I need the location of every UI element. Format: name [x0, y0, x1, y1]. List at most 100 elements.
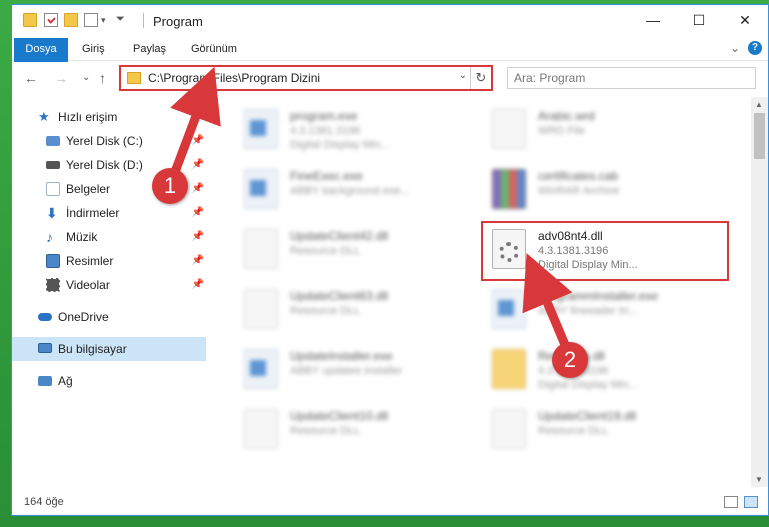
window-title: Program [153, 14, 203, 29]
expand-ribbon-icon[interactable]: ⌄ [730, 41, 740, 55]
file-item[interactable]: UpdateInstaller.exe ABBY updates install… [238, 345, 478, 401]
sidebar-item-label: Ağ [58, 374, 73, 388]
forward-button[interactable]: → [54, 70, 68, 86]
pin-icon: 📌 [191, 279, 204, 290]
address-path[interactable]: C:\Program Files\Program Dizini [148, 71, 320, 85]
properties-icon[interactable] [44, 13, 58, 27]
cloud-icon [38, 313, 52, 321]
videos-icon [46, 278, 60, 292]
file-name: ProgrammInstaller.exe [538, 289, 659, 303]
sidebar-item-this-pc[interactable]: Bu bilgisayar [12, 337, 206, 361]
file-item[interactable]: UpdateClient10.dll Resource DLL [238, 405, 478, 461]
file-item[interactable]: Resource.dll 4.3.1381.3196 Digital Displ… [486, 345, 726, 401]
dll-file-icon [244, 409, 278, 449]
recent-locations-button[interactable]: ⌄ [82, 72, 90, 83]
sidebar-item-downloads[interactable]: ⬇ İndirmeler 📌 [12, 201, 206, 225]
file-detail: Resource DLL [538, 425, 609, 437]
details-view-icon[interactable] [724, 496, 738, 508]
file-detail: ABBY background exe... [290, 185, 410, 197]
pin-icon: 📌 [191, 207, 204, 218]
tab-share[interactable]: Paylaş [123, 38, 176, 60]
new-folder-icon[interactable] [64, 13, 78, 27]
file-item[interactable]: program.exe 4.3.1381.3196 Digital Displa… [238, 105, 478, 161]
search-box[interactable]: Ara: Program [507, 67, 756, 89]
folder-icon [23, 13, 37, 27]
sidebar-item-label: Hızlı erişim [58, 110, 118, 124]
refresh-button[interactable]: ↻ [470, 67, 491, 89]
file-name: UpdateInstaller.exe [290, 349, 393, 363]
file-item[interactable]: UpdateClient42.dll Resource DLL [238, 225, 478, 281]
pictures-icon [46, 254, 60, 268]
exe-file-icon [244, 109, 278, 149]
sidebar-item-network[interactable]: Ağ [12, 369, 206, 393]
large-icons-view-icon[interactable] [744, 496, 758, 508]
file-detail: Resource DLL [290, 425, 361, 437]
dll-file-icon [244, 289, 278, 329]
file-item[interactable]: certificates.cab WinRAR Archive [486, 165, 726, 221]
vertical-scrollbar[interactable]: ▲ ▼ [751, 97, 768, 487]
file-item[interactable]: ProgrammInstaller.exe ABBY fineeader tri… [486, 285, 726, 341]
documents-icon [46, 182, 60, 196]
pin-icon: 📌 [191, 231, 204, 242]
file-detail: WinRAR Archive [538, 185, 620, 197]
sidebar-item-label: İndirmeler [66, 206, 120, 220]
scroll-down-icon[interactable]: ▼ [755, 475, 763, 484]
sidebar-item-videos[interactable]: Videolar 📌 [12, 273, 206, 297]
file-detail: ABBY updates installer [290, 365, 403, 377]
sidebar-item-pictures[interactable]: Resimler 📌 [12, 249, 206, 273]
file-item[interactable]: Arabic.wrd WRD File [486, 105, 726, 161]
quick-access-toolbar-dropdown-icon[interactable]: ⏷ [116, 13, 125, 26]
scrollbar-thumb[interactable] [754, 113, 765, 159]
sidebar-item-label: Yerel Disk (C:) [66, 134, 143, 148]
file-name: UpdateClient19.dll [538, 409, 637, 423]
file-name: Arabic.wrd [538, 109, 595, 123]
close-button[interactable]: ✕ [722, 5, 768, 35]
back-button[interactable]: ← [24, 70, 38, 86]
file-name: FineExec.exe [290, 169, 363, 183]
document-file-icon [492, 109, 526, 149]
sidebar-item-music[interactable]: ♪ Müzik 📌 [12, 225, 206, 249]
file-item[interactable]: UpdateClient19.dll Resource DLL [486, 405, 726, 461]
navigation-pane: ★ Hızlı erişim Yerel Disk (C:) 📌 Yerel D… [12, 97, 208, 493]
folder-icon [492, 349, 526, 389]
address-dropdown-icon[interactable]: ⌄ [459, 70, 467, 81]
sidebar-item-onedrive[interactable]: OneDrive [12, 305, 206, 329]
drive-icon [46, 136, 60, 146]
search-placeholder: Ara: Program [514, 71, 586, 85]
sidebar-item-label: Bu bilgisayar [58, 342, 127, 356]
maximize-button[interactable]: ☐ [676, 5, 722, 35]
music-icon: ♪ [46, 229, 53, 245]
sidebar-item-label: Müzik [66, 230, 98, 244]
download-icon: ⬇ [46, 205, 58, 221]
help-icon[interactable]: ? [748, 41, 762, 55]
exe-file-icon [492, 289, 526, 329]
file-detail: Resource DLL [290, 245, 361, 257]
file-item[interactable]: FineExec.exe ABBY background exe... [238, 165, 478, 221]
sidebar-item-label: Resimler [66, 254, 114, 268]
file-detail: 4.3.1381.3196 [290, 125, 361, 137]
star-icon: ★ [38, 109, 50, 124]
sidebar-item-quick-access[interactable]: ★ Hızlı erişim [12, 105, 206, 129]
file-name: UpdateClient63.dll [290, 289, 389, 303]
address-bar[interactable]: C:\Program Files\Program Dizini ⌄ ↻ [119, 65, 493, 91]
up-button[interactable]: ↑ [99, 70, 106, 86]
sidebar-item-label: Videolar [66, 278, 110, 292]
file-explorer-window: ▾ ⏷ Program — ☐ ✕ Dosya Giriş Paylaş Gör… [11, 4, 769, 516]
sidebar-item-local-disk-c[interactable]: Yerel Disk (C:) 📌 [12, 129, 206, 153]
scroll-up-icon[interactable]: ▲ [755, 100, 763, 109]
sidebar-item-label: Belgeler [66, 182, 111, 196]
step-badge-1: 1 [152, 168, 188, 204]
file-detail: ABBY fineeader tri... [538, 305, 638, 317]
file-detail: WRD File [538, 125, 586, 137]
step-badge-2: 2 [552, 342, 588, 378]
tab-home[interactable]: Giriş [72, 38, 115, 60]
chevron-down-icon[interactable]: ▾ [101, 15, 106, 26]
file-item[interactable]: UpdateClient63.dll Resource DLL [238, 285, 478, 341]
customize-icon[interactable] [84, 13, 98, 27]
minimize-button[interactable]: — [630, 5, 676, 35]
tab-view[interactable]: Görünüm [181, 38, 247, 60]
file-name: UpdateClient10.dll [290, 409, 389, 423]
file-detail: Digital Display Min... [290, 139, 390, 151]
title-separator [143, 13, 144, 28]
pin-icon: 📌 [191, 135, 204, 146]
